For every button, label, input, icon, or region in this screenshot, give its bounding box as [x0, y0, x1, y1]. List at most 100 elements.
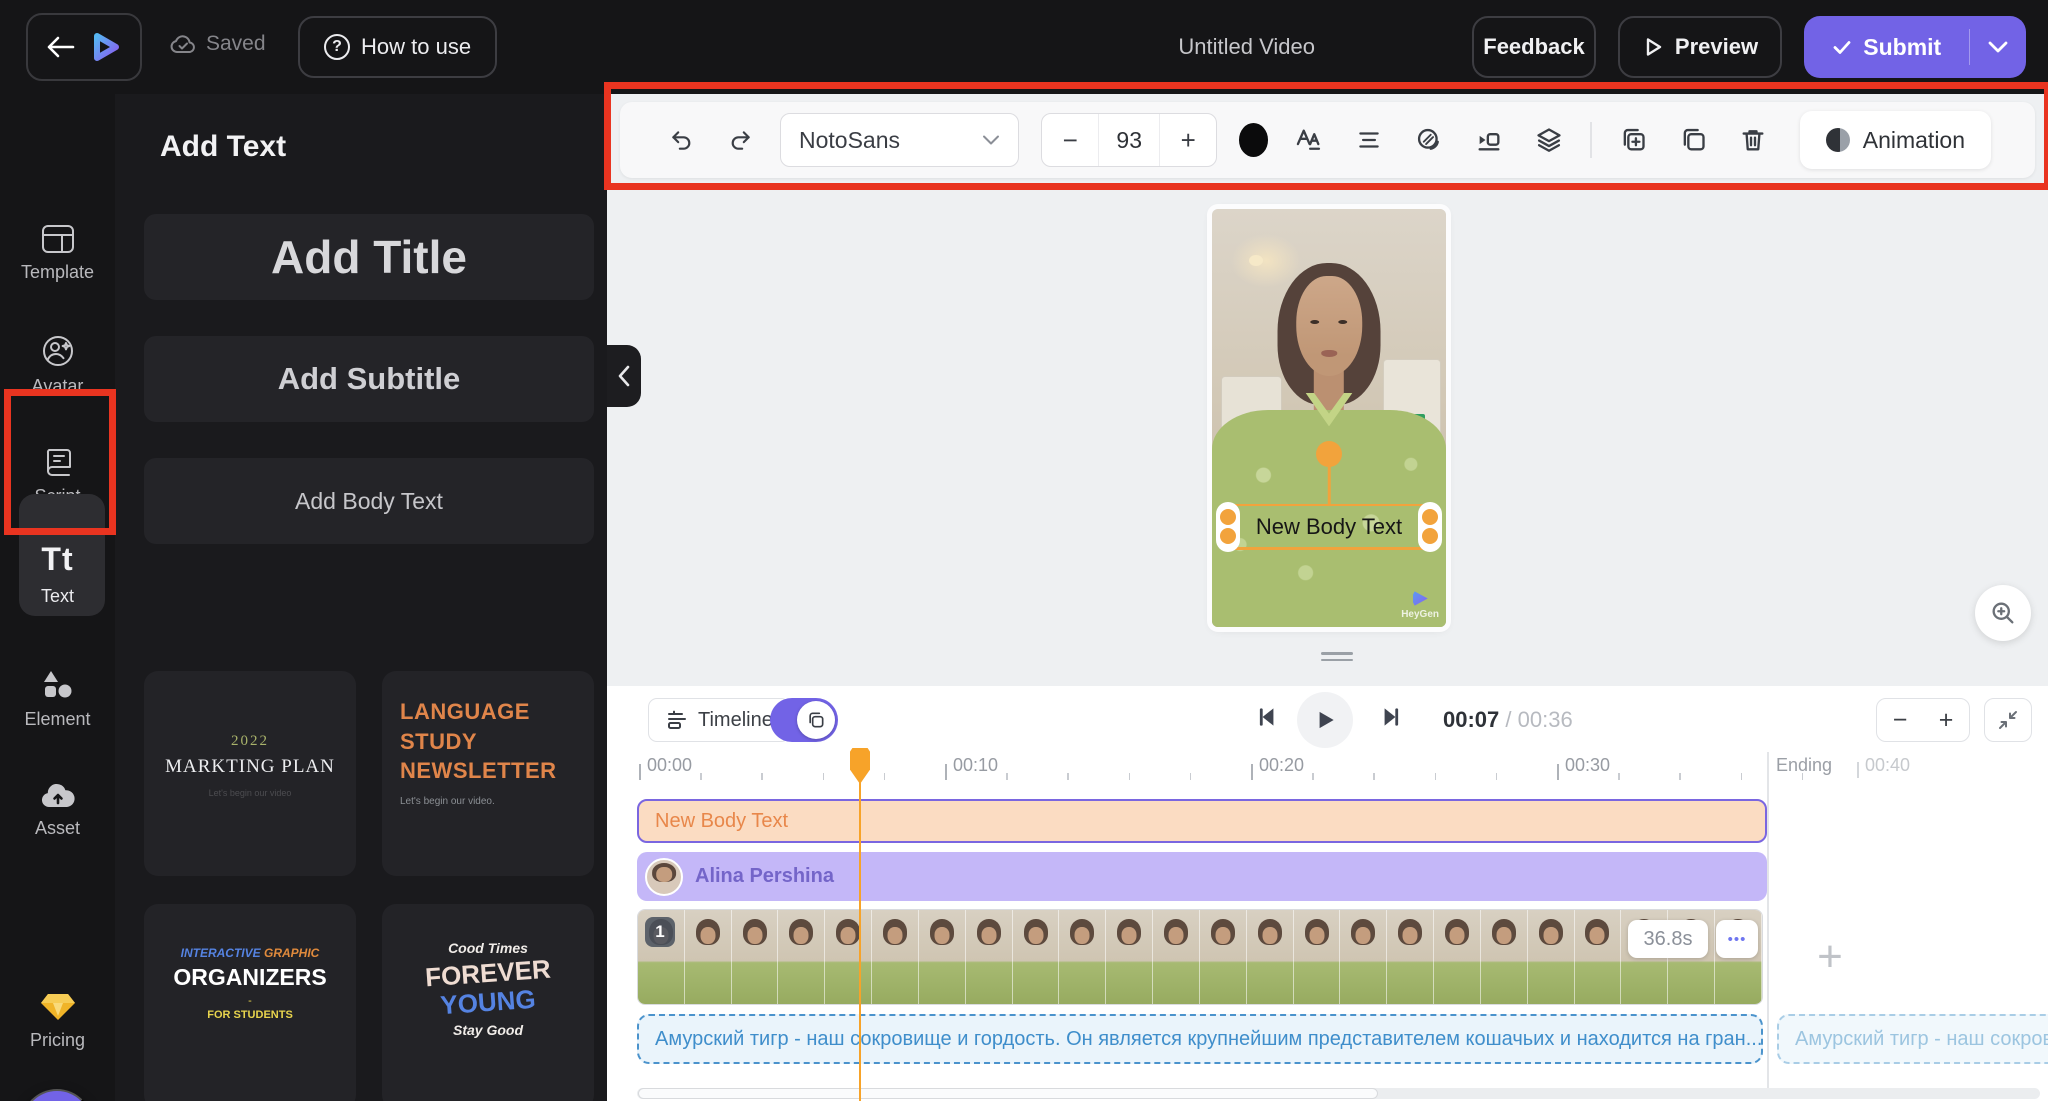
layers-button[interactable]: [1530, 122, 1568, 158]
add-subtitle-button[interactable]: Add Subtitle: [144, 336, 594, 422]
timeline-ruler[interactable]: 00:0000:1000:2000:30: [637, 752, 1767, 786]
font-size-increase-button[interactable]: +: [1160, 114, 1216, 166]
total-time: 00:36: [1518, 707, 1573, 732]
video-preview[interactable]: New Body Text HeyGen: [1212, 209, 1446, 627]
timeline-subtitle-track[interactable]: Амурский тигр - наш сокровище и гордость…: [637, 1014, 1763, 1064]
feedback-button[interactable]: Feedback: [1472, 16, 1596, 78]
sidebar-item-asset[interactable]: Asset: [0, 782, 115, 839]
font-family-select[interactable]: NotoSans: [780, 113, 1019, 167]
clip-menu-button[interactable]: •••: [1716, 920, 1758, 958]
video-title: Untitled Video: [1178, 34, 1315, 60]
previous-frame-button[interactable]: [1255, 704, 1281, 730]
multitrack-toggle[interactable]: [770, 698, 838, 742]
delete-button[interactable]: [1734, 122, 1772, 158]
sidebar-item-pricing[interactable]: Pricing: [0, 992, 115, 1051]
timeline-zoom-out-button[interactable]: −: [1877, 699, 1923, 741]
timeline-scrollbar-thumb[interactable]: [638, 1088, 1378, 1099]
time-display: 00:07 / 00:36: [1443, 707, 1573, 733]
opacity-button[interactable]: [1410, 122, 1448, 158]
animation-button[interactable]: Animation: [1800, 111, 1991, 169]
text-template-language-study[interactable]: LANGUAGE STUDY NEWSLETTER Let's begin ou…: [382, 671, 594, 876]
text-toolbar: NotoSans − 93 +: [620, 102, 2035, 178]
panel-collapse-button[interactable]: [607, 345, 641, 407]
back-button[interactable]: [26, 13, 142, 81]
resize-handle-left[interactable]: [1216, 502, 1240, 552]
add-title-button[interactable]: Add Title: [144, 214, 594, 300]
resize-handle-right[interactable]: [1418, 502, 1442, 552]
cloud-saved-icon: [170, 33, 197, 55]
text-color-swatch[interactable]: [1239, 123, 1268, 157]
sidebar-item-avatar[interactable]: Avatar: [0, 334, 115, 397]
check-icon: [1831, 36, 1853, 58]
duplicate-button[interactable]: [1614, 122, 1652, 158]
preview-resize-handle[interactable]: [1321, 652, 1353, 661]
timeline-video-track[interactable]: [637, 909, 1763, 1005]
timeline-zoom-in-button[interactable]: +: [1923, 699, 1969, 741]
sidebar-item-element[interactable]: Element: [0, 669, 115, 730]
avatar-icon: [41, 334, 75, 368]
position-button[interactable]: [1470, 122, 1508, 158]
text-style-button[interactable]: [1290, 122, 1328, 158]
timeline-button[interactable]: Timeline: [648, 698, 790, 742]
undo-button[interactable]: [664, 123, 700, 157]
saved-label: Saved: [206, 32, 266, 56]
add-text-panel: Add Text Add Title Add Subtitle Add Body…: [115, 94, 607, 1101]
avatar-thumbnail: [645, 858, 683, 896]
back-arrow-icon: [45, 35, 75, 59]
add-body-text-button[interactable]: Add Body Text: [144, 458, 594, 544]
overlap-icon: [806, 710, 826, 730]
watermark: HeyGen: [1401, 590, 1439, 620]
canvas-text-element[interactable]: New Body Text: [1212, 514, 1446, 540]
play-button[interactable]: [1297, 692, 1353, 748]
font-size-decrease-button[interactable]: −: [1042, 114, 1098, 166]
chevron-down-icon: [1987, 40, 2009, 54]
saved-status: Saved: [170, 32, 266, 56]
template-icon: [41, 224, 75, 254]
timeline-section: Timeline 00:07 / 00:36 − +: [607, 686, 2048, 1101]
animation-icon: [1826, 128, 1850, 152]
text-template-forever-young[interactable]: Cood Times FOREVER YOUNG Stay Good: [382, 904, 594, 1101]
chevron-left-icon: [617, 365, 631, 387]
sidebar-item-text[interactable]: Tt Text: [0, 541, 115, 607]
copy-button[interactable]: [1674, 122, 1712, 158]
sidebar-item-template[interactable]: Template: [0, 224, 115, 283]
timeline-avatar-track[interactable]: Alina Pershina: [637, 852, 1767, 901]
how-to-use-button[interactable]: ? How to use: [298, 16, 497, 78]
text-template-marketing-plan[interactable]: 2022 MARKTING PLAN Let's begin our video: [144, 671, 356, 876]
collapse-icon: [1996, 708, 2020, 732]
clip-number-badge: 1: [645, 917, 675, 947]
clip-duration-badge[interactable]: 36.8s: [1628, 920, 1708, 958]
text-template-organizers[interactable]: INTERACTIVE GRAPHIC ORGANIZERS - FOR STU…: [144, 904, 356, 1101]
submit-dropdown-button[interactable]: [1970, 40, 2026, 54]
preview-button[interactable]: Preview: [1618, 16, 1782, 78]
after-ending-time: 00:40: [1865, 755, 1910, 776]
text-align-button[interactable]: [1350, 123, 1388, 157]
app-logo-icon: [87, 29, 123, 65]
chat-support-button[interactable]: [21, 1089, 93, 1101]
presenter-face: [1296, 276, 1362, 376]
timeline-text-track[interactable]: New Body Text: [637, 799, 1767, 843]
editor-canvas: NotoSans − 93 +: [607, 94, 2048, 686]
font-name: NotoSans: [799, 127, 900, 154]
submit-button[interactable]: Submit: [1804, 34, 1969, 61]
submit-button-group: Submit: [1804, 16, 2026, 78]
font-size-stepper: − 93 +: [1041, 113, 1217, 167]
zoom-in-canvas-button[interactable]: [1975, 585, 2031, 641]
next-frame-button[interactable]: [1377, 704, 1403, 730]
gem-icon: [40, 992, 76, 1022]
redo-button[interactable]: [722, 123, 758, 157]
rotate-handle[interactable]: [1316, 441, 1342, 467]
chevron-down-icon: [982, 134, 1000, 146]
current-time: 00:07: [1443, 707, 1499, 732]
text-icon: Tt: [41, 541, 73, 578]
asset-upload-icon: [40, 782, 76, 810]
panel-title: Add Text: [160, 130, 286, 164]
timeline-scrollbar: [637, 1088, 2040, 1099]
add-scene-button[interactable]: +: [1785, 926, 1875, 988]
timeline-subtitle-track-next[interactable]: Амурский тигр - наш сокров: [1777, 1014, 2048, 1064]
magnifier-plus-icon: [1989, 599, 2017, 627]
left-sidebar: Template Avatar Script Tt Text Element A…: [0, 94, 115, 1101]
text-element-selection[interactable]: New Body Text: [1212, 504, 1446, 550]
timeline-icon: [665, 709, 689, 731]
collapse-timeline-button[interactable]: [1984, 698, 2032, 742]
